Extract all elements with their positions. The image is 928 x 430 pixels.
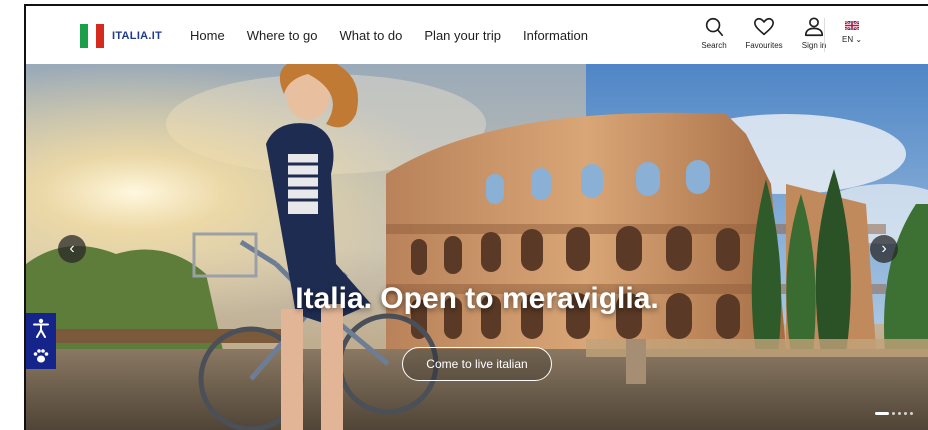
search-label: Search [701,41,727,50]
chevron-right-icon: › [881,240,887,257]
logo-text: ITALIA.IT [112,30,163,42]
chevron-down-icon: ⌄ [853,35,863,44]
search-icon [705,17,724,37]
italy-flag-icon [80,24,104,48]
header-divider [824,18,825,52]
sign-in-label: Sign in [801,41,827,50]
sign-in-button[interactable]: Sign in [794,16,834,50]
carousel-prev-button[interactable]: ‹ [58,235,86,263]
site-header: ITALIA.IT Home Where to go What to do Pl… [26,6,928,65]
main-nav: Home Where to go What to do Plan your tr… [190,6,610,64]
user-icon [804,17,824,37]
carousel-dot[interactable] [898,412,901,415]
accessibility-icon[interactable] [32,318,50,338]
language-label: EN ⌄ [842,35,863,44]
favourites-label: Favourites [745,41,783,50]
chevron-left-icon: ‹ [69,240,75,257]
header-tools: Search Favourites Sign in [694,16,838,50]
favourites-button[interactable]: Favourites [738,16,790,50]
nav-plan-your-trip[interactable]: Plan your trip [424,28,501,43]
carousel-next-button[interactable]: › [870,235,898,263]
carousel-dot[interactable] [892,412,895,415]
accessibility-widget [26,313,56,369]
carousel-dot[interactable] [904,412,907,415]
browser-frame: ITALIA.IT Home Where to go What to do Pl… [24,4,928,430]
nav-what-to-do[interactable]: What to do [340,28,403,43]
carousel-pagination [872,412,913,415]
nav-where-to-go[interactable]: Where to go [247,28,318,43]
nav-home[interactable]: Home [190,28,225,43]
carousel-dot[interactable] [875,412,889,415]
hero-banner: Italia. Open to meraviglia. Come to live… [26,64,928,430]
hero-headline: Italia. Open to meraviglia. [295,282,659,315]
search-button[interactable]: Search [694,16,734,50]
paw-icon[interactable] [32,348,50,364]
carousel-dot[interactable] [910,412,913,415]
uk-flag-icon [845,21,860,30]
nav-information[interactable]: Information [523,28,588,43]
language-selector[interactable]: EN ⌄ [842,21,862,44]
site-logo[interactable]: ITALIA.IT [80,24,162,48]
heart-icon [754,17,774,36]
cta-button[interactable]: Come to live italian [402,347,552,381]
